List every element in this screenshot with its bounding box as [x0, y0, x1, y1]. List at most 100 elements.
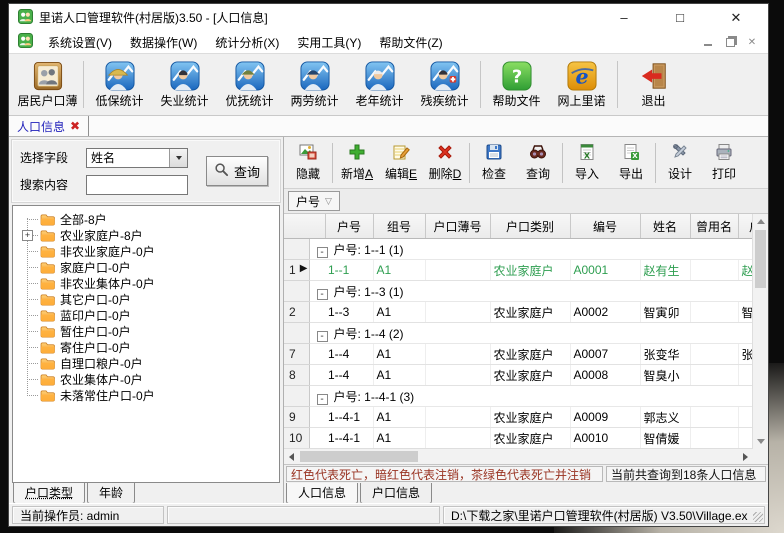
menu-data-operations[interactable]: 数据操作(W)	[121, 32, 206, 53]
table-row[interactable]: 1▶1--1A1农业家庭户A0001赵有生赵	[284, 260, 753, 281]
disability-stats-button[interactable]: 残疾统计	[412, 58, 477, 112]
linuo-online-button[interactable]: e网上里诺	[549, 58, 614, 112]
bottom-tab-household-info[interactable]: 户口信息	[360, 483, 432, 504]
table-row[interactable]: 71--4A1农业家庭户A0007张变华张	[284, 344, 753, 365]
tree-item[interactable]: 其它户口-0户	[13, 291, 279, 307]
cell	[690, 260, 738, 281]
folder-icon	[40, 389, 55, 402]
tree-item[interactable]: 暂住户口-0户	[13, 323, 279, 339]
scroll-up-icon[interactable]	[753, 214, 768, 229]
edit-button[interactable]: 编辑E	[379, 140, 423, 185]
v-scrollbar[interactable]	[752, 214, 768, 449]
scroll-left-icon[interactable]	[284, 449, 299, 464]
tree-item[interactable]: 家庭户口-0户	[13, 259, 279, 275]
resident-register-button[interactable]: 居民户口薄	[15, 58, 80, 112]
menu-system-settings[interactable]: 系统设置(V)	[39, 32, 121, 53]
h-scroll-thumb[interactable]	[300, 451, 418, 462]
export-button[interactable]: X导出	[609, 140, 653, 185]
tree-item[interactable]: +农业家庭户-8户	[13, 227, 279, 243]
youfu-stat-icon	[235, 60, 265, 91]
group-by-chip[interactable]: 户号 ▽	[288, 191, 340, 211]
check-button[interactable]: 检查	[472, 140, 516, 185]
mdi-close-button[interactable]: ✕	[744, 35, 760, 49]
menu-utilities[interactable]: 实用工具(Y)	[288, 32, 370, 53]
expand-icon[interactable]: +	[22, 230, 33, 241]
group-row[interactable]: -户号: 1--3 (1)	[284, 281, 753, 302]
cell	[425, 260, 490, 281]
scroll-down-icon[interactable]	[753, 434, 768, 449]
left-tab-hukou-type[interactable]: 户口类型	[13, 483, 85, 504]
table-row[interactable]: 81--4A1农业家庭户A0008智臭小	[284, 365, 753, 386]
column-header[interactable]: 户口薄号	[425, 214, 490, 239]
column-header[interactable]: 组号	[373, 214, 425, 239]
collapse-icon[interactable]: -	[317, 289, 328, 300]
tab-population-info[interactable]: 人口信息 ✖	[9, 116, 89, 136]
toolbar-button-label: 导入	[575, 165, 599, 182]
tree-item[interactable]: 非农业集体户-0户	[13, 275, 279, 291]
mdi-restore-button[interactable]	[722, 35, 738, 49]
menu-statistical-analysis[interactable]: 统计分析(X)	[206, 32, 288, 53]
collapse-icon[interactable]: -	[317, 394, 328, 405]
search-input[interactable]	[86, 175, 188, 195]
menu-help-files[interactable]: 帮助文件(Z)	[370, 32, 451, 53]
tree-item[interactable]: 农业集体户-0户	[13, 371, 279, 387]
elderly-stats-button[interactable]: 老年统计	[347, 58, 412, 112]
left-tab-age[interactable]: 年龄	[87, 483, 135, 504]
column-header[interactable]: 姓名	[640, 214, 690, 239]
group-row[interactable]: -户号: 1--4-1 (3)	[284, 386, 753, 407]
query-button[interactable]: 查询	[206, 156, 268, 186]
field-select-combo[interactable]: 姓名	[86, 148, 188, 168]
minimize-button[interactable]: –	[596, 4, 652, 31]
hide-button[interactable]: 隐藏	[286, 140, 330, 185]
table-row[interactable]: 91--4-1A1农业家庭户A0009郭志义	[284, 407, 753, 428]
tree-item[interactable]: 全部-8户	[13, 211, 279, 227]
close-button[interactable]: ✕	[708, 4, 764, 31]
tree-item-label: 非农业集体户-0户	[60, 275, 155, 292]
delete-button[interactable]: 删除D	[423, 140, 467, 185]
column-header[interactable]: 曾用名	[690, 214, 738, 239]
column-header[interactable]: 户主	[738, 214, 753, 239]
scroll-right-icon[interactable]	[738, 449, 753, 464]
design-button[interactable]: 设计	[658, 140, 702, 185]
mdi-minimize-button[interactable]	[700, 35, 716, 49]
v-scroll-thumb[interactable]	[755, 230, 766, 288]
youfu-stats-button[interactable]: 优抚统计	[217, 58, 282, 112]
group-row[interactable]: -户号: 1--1 (1)	[284, 239, 753, 260]
column-header[interactable]: 编号	[570, 214, 640, 239]
h-scrollbar[interactable]	[284, 448, 753, 464]
tree-item[interactable]: 蓝印户口-0户	[13, 307, 279, 323]
app-icon	[18, 9, 33, 27]
find-button[interactable]: 查询	[516, 140, 560, 185]
table-row[interactable]: 21--3A1农业家庭户A0002智寅卯智	[284, 302, 753, 323]
combo-dropdown-button[interactable]	[169, 149, 187, 167]
maximize-button[interactable]: □	[652, 4, 708, 31]
print-button[interactable]: 打印	[702, 140, 746, 185]
column-header[interactable]: 户号	[325, 214, 373, 239]
help-file-button[interactable]: ?帮助文件	[484, 58, 549, 112]
bottom-tab-population-info[interactable]: 人口信息	[286, 483, 358, 504]
column-header[interactable]: 户口类别	[490, 214, 570, 239]
folder-icon	[40, 309, 55, 322]
group-row[interactable]: -户号: 1--4 (2)	[284, 323, 753, 344]
tree-item[interactable]: 寄住户口-0户	[13, 339, 279, 355]
collapse-icon[interactable]: -	[317, 331, 328, 342]
add-button[interactable]: 新增A	[335, 140, 379, 185]
tree-item[interactable]: 自理口粮户-0户	[13, 355, 279, 371]
titlebar[interactable]: 里诺人口管理软件(村居版)3.50 - [人口信息] – □ ✕	[9, 4, 768, 31]
group-by-field: 户号	[296, 193, 320, 210]
document-tabstrip: 人口信息 ✖	[9, 116, 768, 136]
exit-button[interactable]: 退出	[621, 58, 686, 112]
collapse-icon[interactable]: -	[317, 247, 328, 258]
row-number: 1▶	[284, 260, 309, 281]
unemployment-stats-button[interactable]: 失业统计	[152, 58, 217, 112]
resize-grip-icon[interactable]	[753, 512, 763, 522]
tree-item[interactable]: 非农业家庭户-0户	[13, 243, 279, 259]
import-button[interactable]: X导入	[565, 140, 609, 185]
lianglao-stats-button[interactable]: 两劳统计	[282, 58, 347, 112]
tree-connector	[27, 299, 38, 300]
dibao-stats-button[interactable]: 低保统计	[87, 58, 152, 112]
dibao-stat-icon	[105, 60, 135, 91]
tab-close-icon[interactable]: ✖	[70, 119, 80, 133]
table-row[interactable]: 101--4-1A1农业家庭户A0010智倩媛	[284, 428, 753, 449]
tree-item[interactable]: 未落常住户口-0户	[13, 387, 279, 403]
